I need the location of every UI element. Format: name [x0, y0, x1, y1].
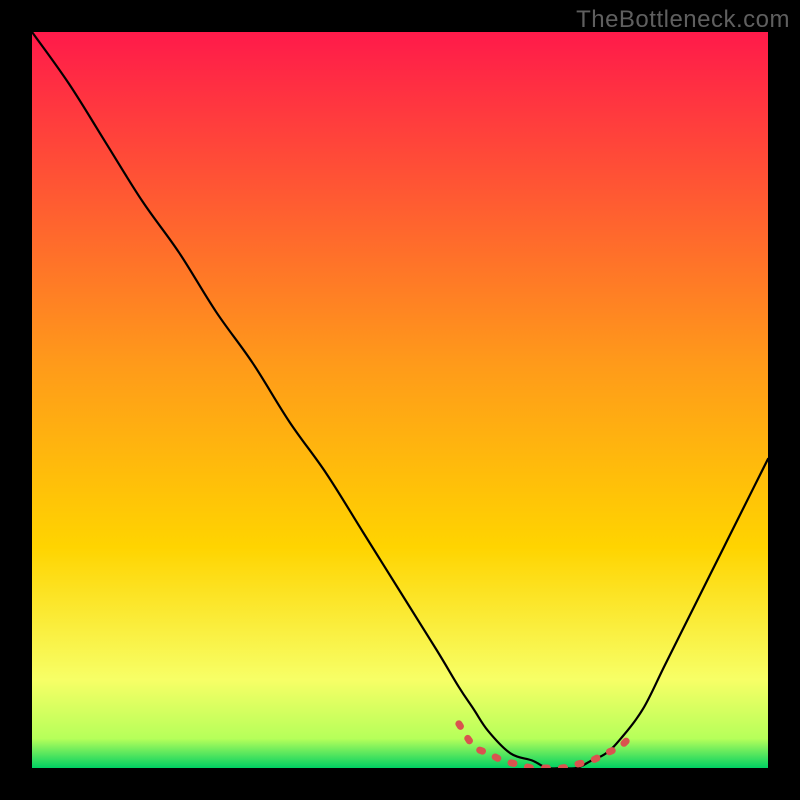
watermark-text: TheBottleneck.com: [576, 6, 790, 34]
chart-svg: [32, 32, 768, 768]
gradient-background: [32, 32, 768, 768]
chart-frame: TheBottleneck.com: [0, 0, 800, 800]
plot-area: [32, 32, 768, 768]
